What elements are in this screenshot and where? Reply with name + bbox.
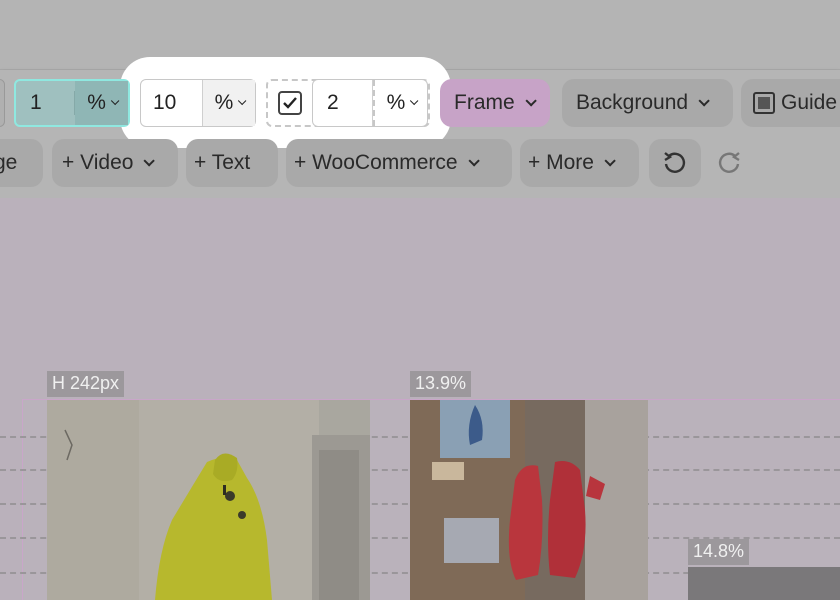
chevron-down-icon	[238, 96, 247, 106]
gap-value: 10	[141, 80, 203, 126]
add-video-button[interactable]: + Video	[52, 139, 178, 187]
height-badge: H 242px	[47, 371, 125, 397]
gallery-image[interactable]	[410, 400, 648, 600]
border-unit-select[interactable]: %	[373, 80, 427, 126]
frame-label: Frame	[454, 91, 515, 114]
size-unit-label: %	[87, 91, 106, 114]
background-dropdown[interactable]: Background	[562, 79, 733, 127]
add-woocommerce-label: + WooCommerce	[294, 151, 458, 174]
width-badge: 14.8%	[688, 539, 750, 565]
border-width-value: 2	[313, 80, 373, 126]
guides-toggle[interactable]: Guide	[741, 79, 840, 127]
gallery-image[interactable]	[47, 400, 370, 600]
chevron-down-icon	[525, 95, 537, 107]
add-video-label: + Video	[62, 151, 134, 174]
size-unit-select[interactable]: %	[75, 81, 128, 125]
add-more-button[interactable]: + More	[520, 139, 639, 187]
chevron-down-icon	[410, 96, 419, 106]
checkmark-icon	[283, 97, 297, 109]
add-image-button[interactable]: ge	[0, 139, 43, 187]
redo-icon	[718, 152, 740, 173]
gallery-image[interactable]	[688, 567, 840, 600]
raincoat-photo	[47, 400, 370, 600]
add-text-button[interactable]: + Text	[186, 139, 278, 187]
size-value: 1	[16, 91, 76, 115]
add-image-label: ge	[0, 151, 18, 174]
border-checkbox[interactable]	[278, 91, 302, 115]
frame-dropdown[interactable]: Frame	[440, 79, 550, 127]
add-more-label: + More	[528, 151, 594, 174]
width-badge: 13.9%	[410, 371, 472, 397]
add-woocommerce-button[interactable]: + WooCommerce	[286, 139, 512, 187]
undo-icon	[664, 152, 686, 173]
border-width-field[interactable]: 2 %	[312, 79, 428, 127]
undo-button[interactable]	[649, 139, 701, 187]
size-input-group	[0, 79, 5, 127]
chevron-down-icon	[698, 95, 710, 107]
chevron-down-icon	[110, 96, 120, 106]
gap-field[interactable]: 10 %	[140, 79, 256, 127]
boots-photo	[410, 400, 648, 600]
redo-button[interactable]	[701, 139, 757, 187]
add-text-label: + Text	[194, 151, 251, 174]
gap-unit-select[interactable]: %	[203, 80, 255, 126]
checkbox-icon	[753, 92, 775, 114]
chevron-down-icon	[143, 155, 156, 167]
gap-unit-label: %	[214, 91, 234, 114]
border-unit-label: %	[386, 91, 406, 114]
guides-label: Guide	[781, 91, 838, 114]
size-field[interactable]: 1 %	[14, 79, 130, 127]
chevron-down-icon	[468, 155, 480, 167]
background-label: Background	[576, 91, 689, 114]
chevron-down-icon	[604, 155, 616, 167]
